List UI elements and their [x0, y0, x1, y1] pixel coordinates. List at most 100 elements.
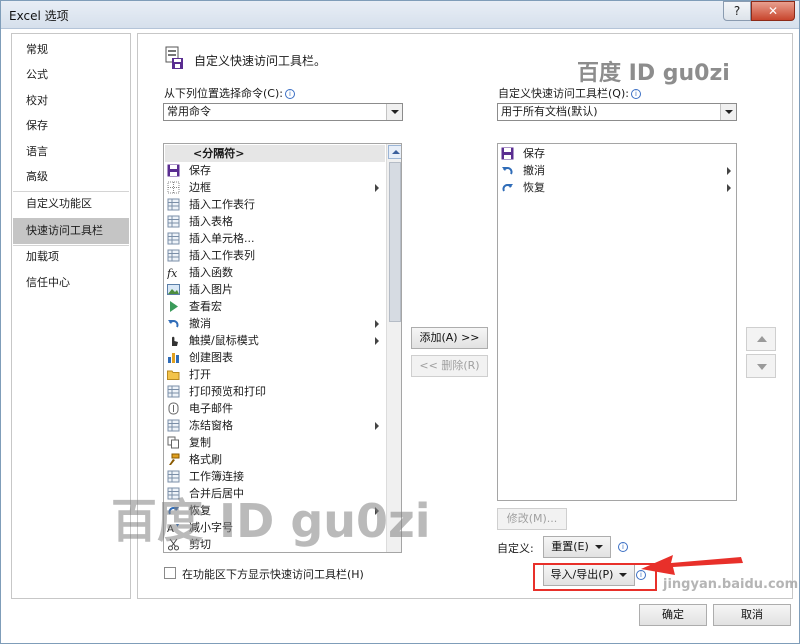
- move-up-button[interactable]: [746, 327, 776, 351]
- info-icon: i: [284, 89, 295, 99]
- move-down-button[interactable]: [746, 354, 776, 378]
- info-icon: i: [630, 89, 641, 99]
- help-button[interactable]: ?: [723, 1, 751, 21]
- list-item-label: 打开: [189, 368, 211, 381]
- toolbar-commands-list[interactable]: 保存撤消恢复: [497, 143, 737, 501]
- list-item[interactable]: 电子邮件: [165, 400, 385, 417]
- list-item[interactable]: 边框: [165, 179, 385, 196]
- list-item[interactable]: 格式刷: [165, 451, 385, 468]
- chevron-right-icon: [375, 320, 379, 328]
- insert-cells-icon: [167, 232, 180, 245]
- list-item[interactable]: <分隔符>: [165, 145, 385, 162]
- excel-options-dialog: Excel 选项 ? ✕ 常规 公式 校对 保存 语言 高级 自定义功能区 快速…: [0, 0, 800, 644]
- list-item[interactable]: 查看宏: [165, 298, 385, 315]
- list-item[interactable]: 恢复: [499, 179, 735, 196]
- nav-item-quick-access-toolbar[interactable]: 快速访问工具栏: [13, 218, 129, 244]
- ok-button[interactable]: 确定: [639, 604, 707, 626]
- redo-icon: [501, 181, 514, 194]
- scroll-up-button[interactable]: [388, 145, 401, 159]
- add-button[interactable]: 添加(A) >>: [411, 327, 488, 349]
- undo-icon: [501, 164, 514, 177]
- list-item[interactable]: 复制: [165, 434, 385, 451]
- chevron-down-icon: [720, 104, 736, 120]
- info-icon: i: [618, 542, 628, 552]
- format-painter-icon: [167, 453, 180, 466]
- nav-item-proofing[interactable]: 校对: [13, 89, 129, 113]
- copy-icon: [167, 436, 180, 449]
- list-item[interactable]: 创建图表: [165, 349, 385, 366]
- choose-commands-label: 从下列位置选择命令(C): i: [164, 85, 295, 101]
- chevron-right-icon: [727, 167, 731, 175]
- list-item-label: 插入单元格...: [189, 232, 255, 245]
- list-item-label: 保存: [189, 164, 211, 177]
- customize-toolbar-value: 用于所有文档(默认): [501, 105, 598, 118]
- reset-button[interactable]: 重置(E): [543, 536, 611, 558]
- scroll-thumb[interactable]: [389, 162, 401, 322]
- modify-button[interactable]: 修改(M)...: [497, 508, 567, 530]
- list-item-label: 插入函数: [189, 266, 233, 279]
- window-title: Excel 选项: [9, 9, 69, 23]
- list-item[interactable]: 插入图片: [165, 281, 385, 298]
- list-item-label: 冻结窗格: [189, 419, 233, 432]
- list-item-label: 边框: [189, 181, 211, 194]
- function-icon: fx: [166, 266, 180, 280]
- nav-item-add-ins[interactable]: 加载项: [13, 245, 129, 269]
- customize-toolbar-select[interactable]: 用于所有文档(默认): [497, 103, 737, 121]
- list-item-label: 打印预览和打印: [189, 385, 266, 398]
- list-item[interactable]: 触摸/鼠标模式: [165, 332, 385, 349]
- list-item-label: 插入工作表列: [189, 249, 255, 262]
- customize-toolbar-label: 自定义快速访问工具栏(Q): i: [498, 85, 641, 101]
- nav-item-general[interactable]: 常规: [13, 38, 129, 62]
- svg-text:fx: fx: [167, 267, 178, 279]
- title-bar: Excel 选项 ? ✕: [1, 1, 799, 29]
- nav-item-customize-ribbon[interactable]: 自定义功能区: [13, 192, 129, 216]
- cancel-button[interactable]: 取消: [713, 604, 791, 626]
- remove-button[interactable]: << 删除(R): [411, 355, 488, 377]
- show-below-ribbon-checkbox[interactable]: [164, 567, 176, 579]
- print-preview-icon: [167, 385, 180, 398]
- list-item-label: 工作簿连接: [189, 470, 244, 483]
- list-item[interactable]: 插入单元格...: [165, 230, 385, 247]
- show-below-ribbon-label: 在功能区下方显示快速访问工具栏(H): [182, 568, 364, 581]
- nav-item-save[interactable]: 保存: [13, 114, 129, 138]
- customize-toolbar-label-text: 自定义快速访问工具栏(Q):: [498, 87, 629, 100]
- choose-commands-select[interactable]: 常用命令: [163, 103, 403, 121]
- chevron-right-icon: [375, 184, 379, 192]
- list-item[interactable]: 撤消: [165, 315, 385, 332]
- separator-icon: [167, 147, 180, 160]
- quick-access-toolbar-icon: [165, 46, 183, 69]
- list-item-label: 插入工作表行: [189, 198, 255, 211]
- list-item[interactable]: 插入工作表行: [165, 196, 385, 213]
- list-item-label: 电子邮件: [189, 402, 233, 415]
- list-item[interactable]: 工作簿连接: [165, 468, 385, 485]
- annotation-arrow-icon: [641, 555, 743, 575]
- list-item[interactable]: 插入表格: [165, 213, 385, 230]
- close-button[interactable]: ✕: [751, 1, 795, 21]
- list-item[interactable]: 撤消: [499, 162, 735, 179]
- list-item[interactable]: 保存: [499, 145, 735, 162]
- list-item[interactable]: fx 插入函数: [165, 264, 385, 281]
- nav-item-formulas[interactable]: 公式: [13, 63, 129, 87]
- chevron-down-icon: [386, 104, 402, 120]
- list-item-label: 撤消: [523, 164, 545, 177]
- choose-commands-label-text: 从下列位置选择命令(C):: [164, 87, 283, 100]
- save-icon: [167, 164, 180, 177]
- nav-item-trust-center[interactable]: 信任中心: [13, 271, 129, 295]
- watermark-center: 百度 ID gu0zi: [111, 494, 431, 548]
- insert-row-icon: [167, 198, 180, 211]
- list-item-label: 插入图片: [189, 283, 233, 296]
- open-folder-icon: [167, 368, 180, 381]
- list-item[interactable]: 打开: [165, 366, 385, 383]
- list-item[interactable]: 冻结窗格: [165, 417, 385, 434]
- list-item[interactable]: 保存: [165, 162, 385, 179]
- list-item[interactable]: 打印预览和打印: [165, 383, 385, 400]
- nav-item-language[interactable]: 语言: [13, 140, 129, 164]
- nav-item-advanced[interactable]: 高级: [13, 165, 129, 189]
- list-item-label: 保存: [523, 147, 545, 160]
- list-item-label: 复制: [189, 436, 211, 449]
- chevron-right-icon: [375, 337, 379, 345]
- list-item[interactable]: 插入工作表列: [165, 247, 385, 264]
- insert-table-icon: [167, 215, 180, 228]
- list-item-label: <分隔符>: [193, 147, 245, 160]
- chevron-right-icon: [727, 184, 731, 192]
